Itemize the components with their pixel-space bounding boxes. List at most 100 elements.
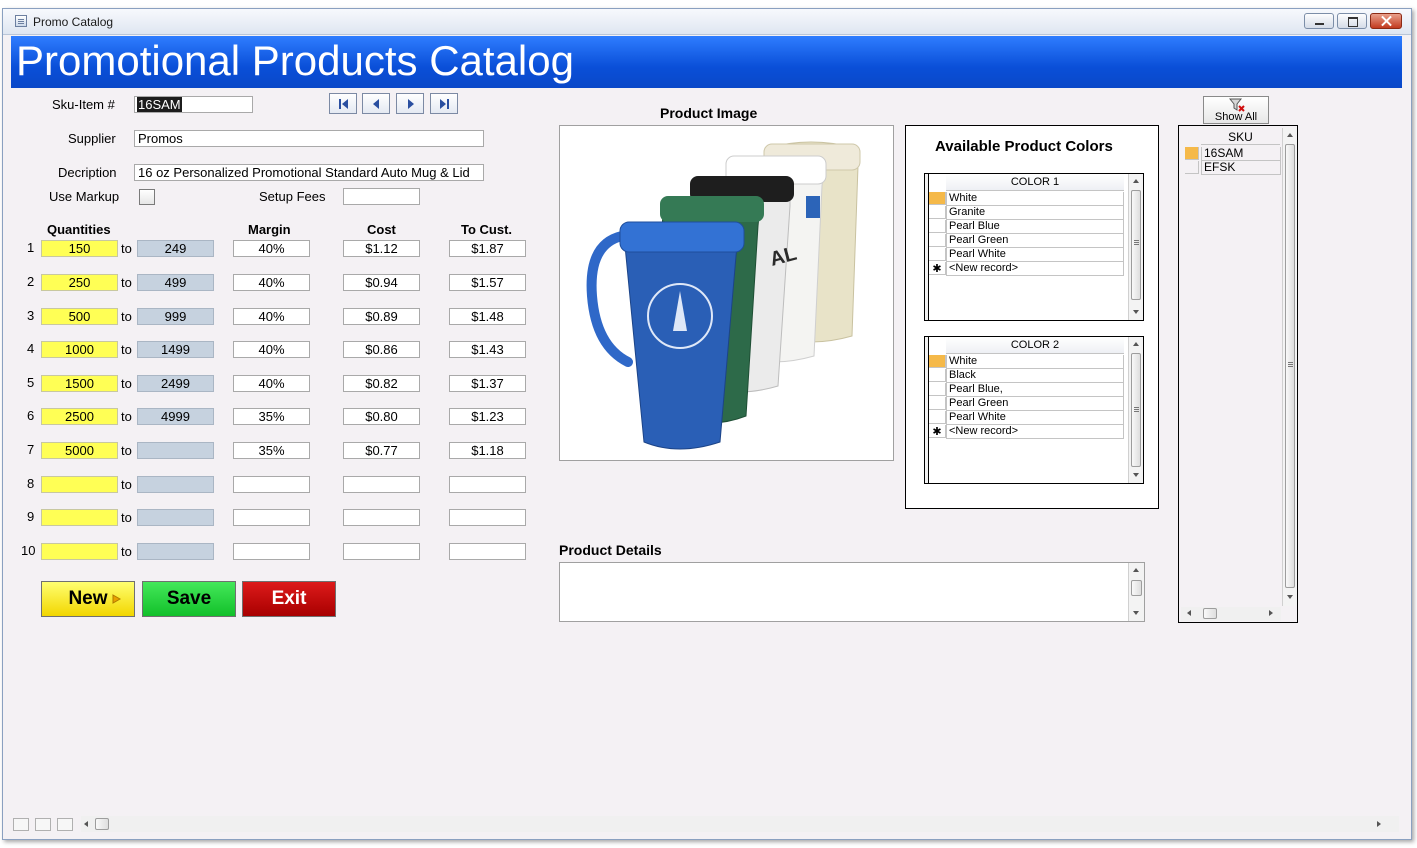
- cost-input[interactable]: [343, 509, 420, 526]
- to-cust-input[interactable]: [449, 476, 526, 493]
- cost-input[interactable]: $0.89: [343, 308, 420, 325]
- exit-button[interactable]: Exit: [242, 581, 336, 617]
- color2-scrollbar[interactable]: [1128, 337, 1143, 483]
- list-item[interactable]: Pearl Blue,: [929, 383, 1124, 397]
- list-item[interactable]: Pearl Green: [929, 234, 1124, 248]
- qty-to-input[interactable]: 999: [137, 308, 214, 325]
- new-record-cell[interactable]: <New record>: [946, 262, 1124, 276]
- qty-from-input[interactable]: 150: [41, 240, 118, 257]
- scroll-down-icon[interactable]: [1287, 595, 1293, 599]
- scroll-up-icon[interactable]: [1287, 133, 1293, 137]
- qty-to-input[interactable]: 1499: [137, 341, 214, 358]
- list-item[interactable]: Black: [929, 369, 1124, 383]
- form-hscrollbar[interactable]: [81, 816, 1399, 832]
- row-selector[interactable]: [1185, 161, 1199, 174]
- qty-to-input[interactable]: 249: [137, 240, 214, 257]
- qty-from-input[interactable]: 250: [41, 274, 118, 291]
- cost-input[interactable]: $0.80: [343, 408, 420, 425]
- cost-input[interactable]: $0.94: [343, 274, 420, 291]
- scroll-thumb[interactable]: [1131, 190, 1141, 300]
- minimize-icon[interactable]: [1304, 13, 1334, 29]
- margin-input[interactable]: 40%: [233, 308, 310, 325]
- scroll-up-icon[interactable]: [1133, 568, 1139, 572]
- color-cell[interactable]: Granite: [946, 206, 1124, 220]
- sku-input[interactable]: 16SAM: [134, 96, 253, 113]
- margin-input[interactable]: [233, 543, 310, 560]
- to-cust-input[interactable]: $1.18: [449, 442, 526, 459]
- scroll-up-icon[interactable]: [1133, 342, 1139, 346]
- new-record-row[interactable]: ✱ <New record>: [929, 262, 1124, 276]
- cost-input[interactable]: $0.77: [343, 442, 420, 459]
- to-cust-input[interactable]: $1.23: [449, 408, 526, 425]
- setup-fees-input[interactable]: [343, 188, 420, 205]
- scroll-thumb[interactable]: [1131, 353, 1141, 467]
- new-record-row[interactable]: ✱ <New record>: [929, 425, 1124, 439]
- list-item[interactable]: Granite: [929, 206, 1124, 220]
- to-cust-input[interactable]: $1.87: [449, 240, 526, 257]
- to-cust-input[interactable]: $1.37: [449, 375, 526, 392]
- qty-from-input[interactable]: [41, 509, 118, 526]
- use-markup-checkbox[interactable]: [139, 189, 155, 205]
- row-selector[interactable]: [929, 411, 946, 424]
- scroll-left-icon[interactable]: [1187, 610, 1191, 616]
- color1-scrollbar[interactable]: [1128, 174, 1143, 320]
- next-record-button[interactable]: [396, 93, 424, 114]
- list-item[interactable]: Pearl White: [929, 248, 1124, 262]
- color-cell[interactable]: Pearl White: [946, 411, 1124, 425]
- row-selector[interactable]: [929, 397, 946, 410]
- qty-to-input[interactable]: 4999: [137, 408, 214, 425]
- qty-to-input[interactable]: 499: [137, 274, 214, 291]
- scroll-down-icon[interactable]: [1133, 611, 1139, 615]
- qty-to-input[interactable]: [137, 543, 214, 560]
- sku-hscrollbar[interactable]: [1181, 607, 1281, 621]
- scroll-thumb[interactable]: [95, 818, 109, 830]
- to-cust-input[interactable]: [449, 543, 526, 560]
- row-selector[interactable]: [929, 234, 946, 247]
- color-cell[interactable]: Pearl Blue,: [946, 383, 1124, 397]
- qty-to-input[interactable]: [137, 476, 214, 493]
- qty-to-input[interactable]: 2499: [137, 375, 214, 392]
- list-item[interactable]: White: [929, 192, 1124, 206]
- scroll-right-icon[interactable]: [1269, 610, 1273, 616]
- qty-from-input[interactable]: 1000: [41, 341, 118, 358]
- list-item[interactable]: 16SAM: [1185, 147, 1281, 161]
- list-item[interactable]: Pearl Blue: [929, 220, 1124, 234]
- qty-to-input[interactable]: [137, 442, 214, 459]
- color-cell[interactable]: White: [946, 192, 1124, 206]
- qty-from-input[interactable]: [41, 476, 118, 493]
- qty-from-input[interactable]: 2500: [41, 408, 118, 425]
- qty-from-input[interactable]: 1500: [41, 375, 118, 392]
- color-cell[interactable]: Black: [946, 369, 1124, 383]
- margin-input[interactable]: 40%: [233, 341, 310, 358]
- margin-input[interactable]: [233, 476, 310, 493]
- maximize-icon[interactable]: [1337, 13, 1367, 29]
- color-cell[interactable]: Pearl Green: [946, 234, 1124, 248]
- list-item[interactable]: Pearl White: [929, 411, 1124, 425]
- color-cell[interactable]: Pearl White: [946, 248, 1124, 262]
- color-cell[interactable]: White: [946, 355, 1124, 369]
- new-button[interactable]: New: [41, 581, 135, 617]
- to-cust-input[interactable]: $1.48: [449, 308, 526, 325]
- product-details-textbox[interactable]: [559, 562, 1145, 622]
- close-icon[interactable]: [1370, 13, 1402, 29]
- new-record-cell[interactable]: <New record>: [946, 425, 1124, 439]
- cost-input[interactable]: [343, 543, 420, 560]
- to-cust-input[interactable]: $1.43: [449, 341, 526, 358]
- first-record-button[interactable]: [329, 93, 357, 114]
- scroll-thumb[interactable]: [1285, 144, 1295, 588]
- supplier-input[interactable]: Promos: [134, 130, 484, 147]
- cost-input[interactable]: $1.12: [343, 240, 420, 257]
- view-button[interactable]: [57, 818, 73, 831]
- show-all-button[interactable]: Show All: [1203, 96, 1269, 124]
- row-selector[interactable]: [929, 206, 946, 219]
- to-cust-input[interactable]: [449, 509, 526, 526]
- sku-cell[interactable]: EFSK: [1201, 161, 1281, 175]
- sku-cell[interactable]: 16SAM: [1201, 147, 1281, 161]
- row-selector[interactable]: [929, 383, 946, 396]
- margin-input[interactable]: 40%: [233, 375, 310, 392]
- scroll-down-icon[interactable]: [1133, 310, 1139, 314]
- margin-input[interactable]: 40%: [233, 274, 310, 291]
- view-button[interactable]: [35, 818, 51, 831]
- view-button[interactable]: [13, 818, 29, 831]
- margin-input[interactable]: [233, 509, 310, 526]
